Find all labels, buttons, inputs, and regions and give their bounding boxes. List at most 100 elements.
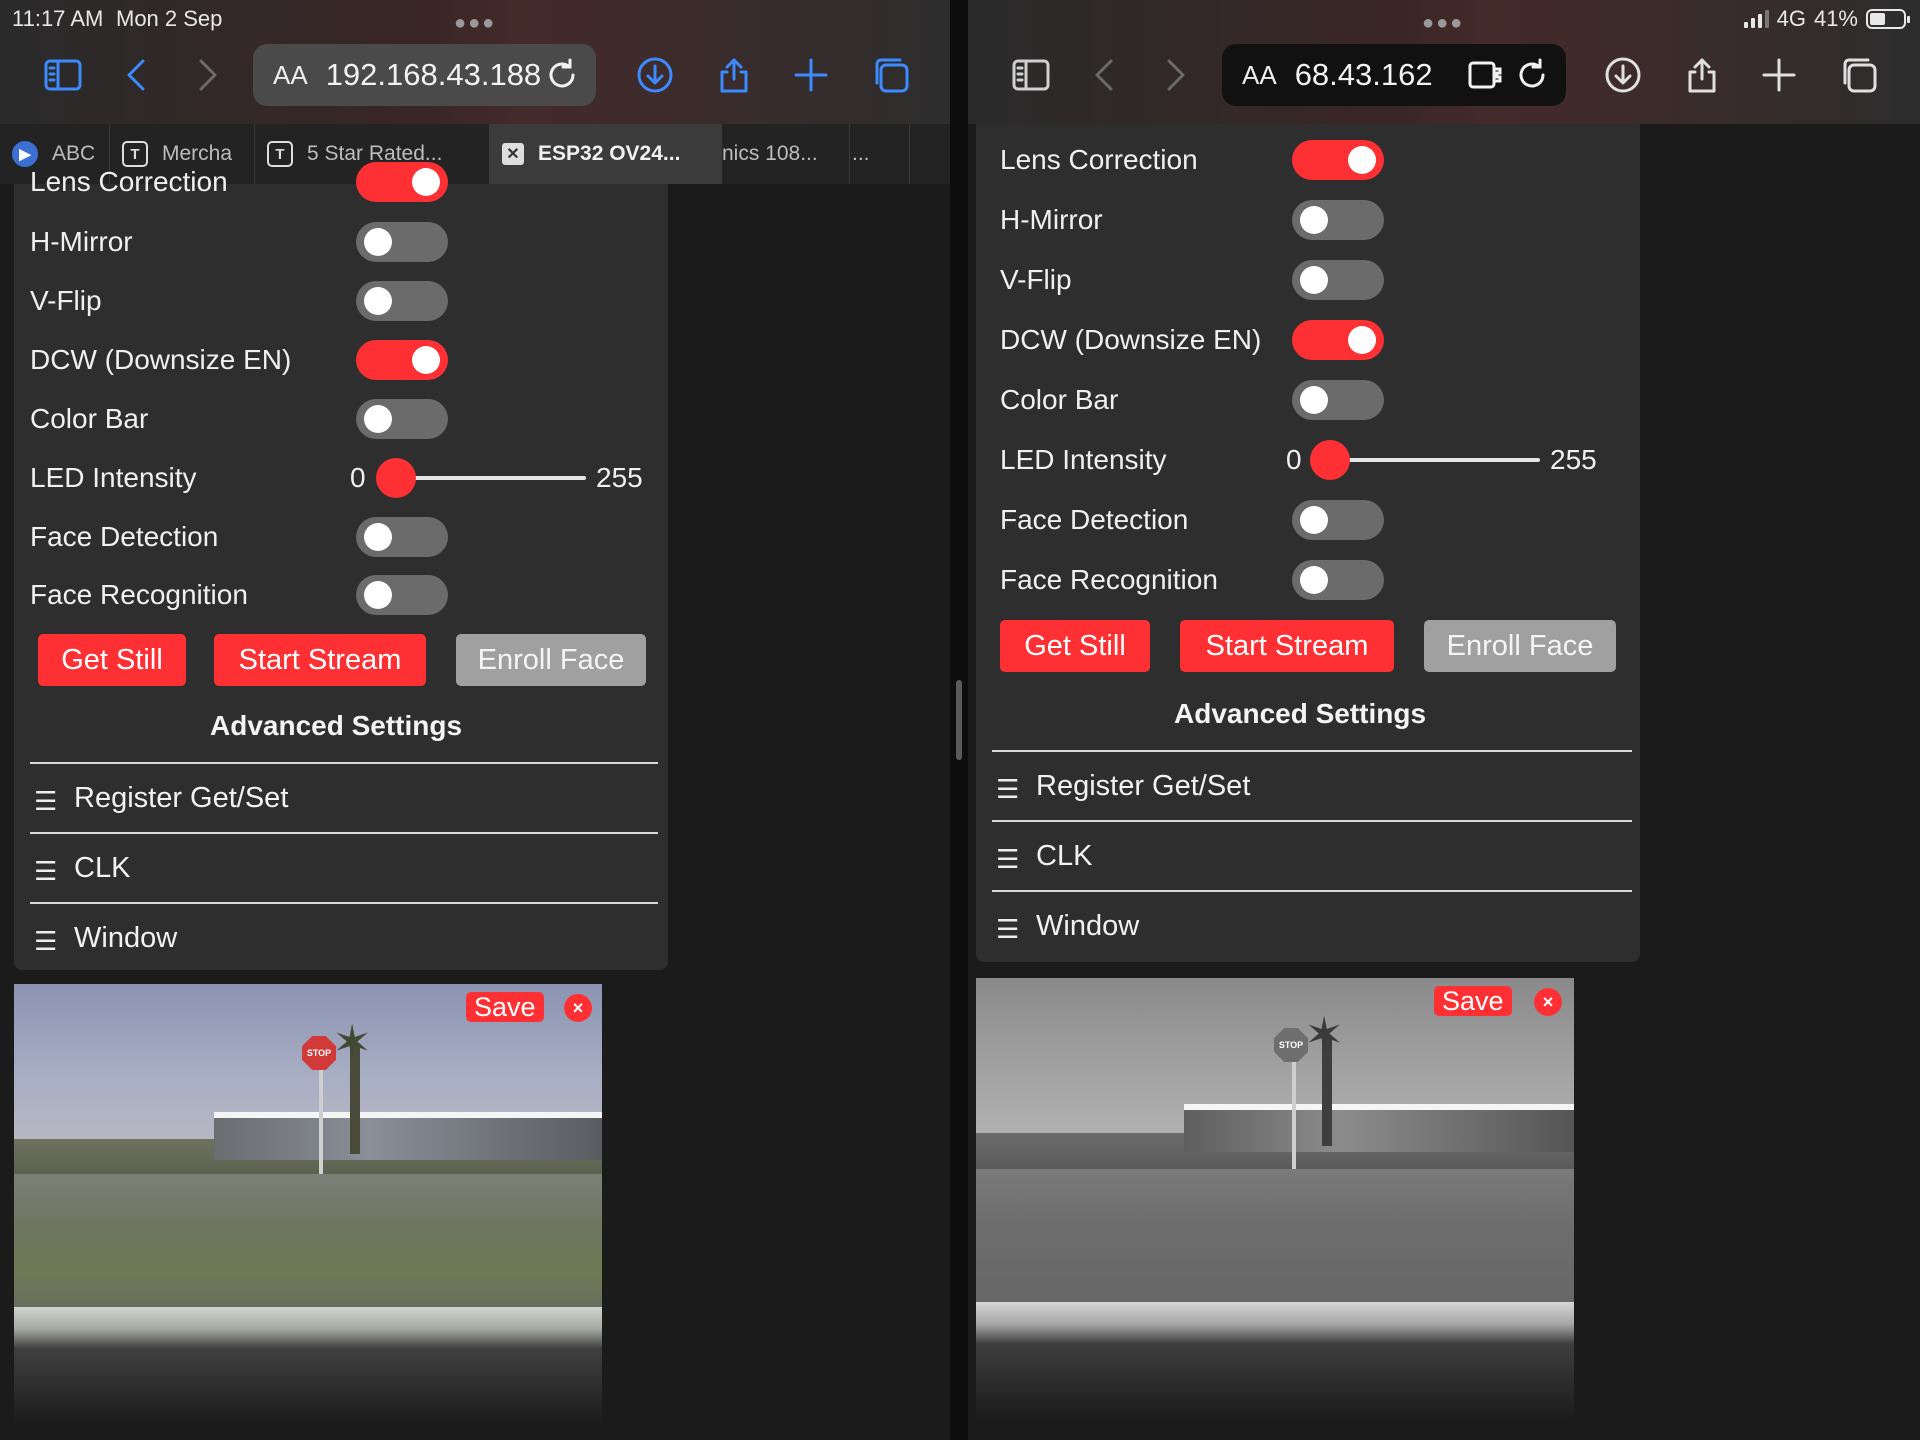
- face-detection-toggle[interactable]: [356, 517, 448, 557]
- left-browser-pane: ●●● AA 192.168.43.188 ▶ ABC T Mercha T 5…: [0, 0, 950, 1440]
- tabs-overview-icon[interactable]: [1834, 50, 1884, 100]
- palm-tree-icon: ✶: [1304, 1009, 1345, 1062]
- back-arrow-icon[interactable]: [1080, 50, 1130, 100]
- accordion-clk[interactable]: ☰ CLK: [992, 820, 1632, 890]
- setting-led-intensity: LED Intensity 0 255: [976, 438, 1640, 482]
- led-slider-track[interactable]: [392, 476, 586, 480]
- setting-face-recognition: Face Recognition: [976, 558, 1640, 602]
- enroll-face-button[interactable]: Enroll Face: [456, 634, 646, 686]
- forward-arrow-icon[interactable]: [1150, 50, 1200, 100]
- setting-face-detection: Face Detection: [976, 498, 1640, 542]
- start-stream-button[interactable]: Start Stream: [214, 634, 426, 686]
- extension-icon[interactable]: [1466, 57, 1506, 93]
- face-detection-toggle[interactable]: [1292, 500, 1384, 540]
- share-icon[interactable]: [709, 50, 759, 100]
- accordion-register[interactable]: ☰ Register Get/Set: [992, 750, 1632, 820]
- setting-face-detection: Face Detection: [14, 515, 668, 559]
- hamburger-icon: ☰: [34, 856, 58, 886]
- setting-h-mirror: H-Mirror: [14, 220, 668, 264]
- download-icon[interactable]: [630, 50, 680, 100]
- accordion-register[interactable]: ☰ Register Get/Set: [30, 762, 658, 832]
- download-icon[interactable]: [1598, 50, 1648, 100]
- sidebar-toggle-icon[interactable]: [38, 50, 88, 100]
- led-max-label: 255: [1550, 444, 1597, 475]
- setting-dcw: DCW (Downsize EN): [976, 318, 1640, 362]
- split-view-handle[interactable]: [956, 680, 962, 760]
- camera-still-image: STOP ✶ Save ×: [976, 978, 1574, 1422]
- save-image-button[interactable]: Save: [1434, 986, 1512, 1016]
- accordion-window[interactable]: ☰ Window: [30, 902, 658, 972]
- advanced-settings-title: Advanced Settings: [210, 710, 463, 741]
- hamburger-icon: ☰: [34, 786, 58, 816]
- share-icon[interactable]: [1677, 50, 1727, 100]
- led-max-label: 255: [596, 462, 643, 493]
- v-flip-toggle[interactable]: [1292, 260, 1384, 300]
- status-time: 11:17 AM: [12, 6, 104, 31]
- camera-still-image: STOP ✶ Save ×: [14, 984, 602, 1426]
- setting-h-mirror: H-Mirror: [976, 198, 1640, 242]
- setting-color-bar: Color Bar: [14, 397, 668, 441]
- battery-icon: [1866, 9, 1910, 29]
- color-bar-toggle[interactable]: [1292, 380, 1384, 420]
- tabs-overview-icon[interactable]: [866, 50, 916, 100]
- setting-lens-correction: Lens Correction: [14, 160, 668, 204]
- back-arrow-icon[interactable]: [112, 50, 162, 100]
- settings-panel: Lens Correction H-Mirror V-Flip DCW (Dow…: [976, 124, 1640, 962]
- led-slider-track[interactable]: [1326, 458, 1540, 462]
- url-text[interactable]: 192.168.43.188: [326, 57, 542, 93]
- network-type: 4G: [1776, 6, 1806, 31]
- get-still-button[interactable]: Get Still: [38, 634, 186, 686]
- face-recognition-toggle[interactable]: [356, 575, 448, 615]
- dcw-toggle[interactable]: [1292, 320, 1384, 360]
- right-browser-pane: ●●● AA 68.43.162 Lens Correction H-Mirro…: [968, 0, 1920, 1440]
- hamburger-icon: ☰: [996, 774, 1020, 804]
- status-right: 4G 41%: [1743, 6, 1910, 32]
- url-text[interactable]: 68.43.162: [1295, 57, 1433, 93]
- address-bar[interactable]: AA 68.43.162: [1222, 44, 1566, 106]
- dcw-toggle[interactable]: [356, 340, 448, 380]
- close-image-icon[interactable]: ×: [564, 994, 592, 1022]
- sidebar-toggle-icon[interactable]: [1006, 50, 1056, 100]
- close-image-icon[interactable]: ×: [1534, 988, 1562, 1016]
- setting-v-flip: V-Flip: [14, 279, 668, 323]
- face-recognition-toggle[interactable]: [1292, 560, 1384, 600]
- setting-dcw: DCW (Downsize EN): [14, 338, 668, 382]
- setting-v-flip: V-Flip: [976, 258, 1640, 302]
- start-stream-button[interactable]: Start Stream: [1180, 620, 1394, 672]
- save-image-button[interactable]: Save: [466, 992, 544, 1022]
- reload-icon[interactable]: [544, 57, 580, 93]
- palm-tree-icon: ✶: [332, 1017, 373, 1070]
- hamburger-icon: ☰: [996, 914, 1020, 944]
- hamburger-icon: ☰: [34, 926, 58, 956]
- forward-arrow-icon[interactable]: [182, 50, 232, 100]
- led-min-label: 0: [1286, 444, 1302, 475]
- h-mirror-toggle[interactable]: [1292, 200, 1384, 240]
- lens-correction-toggle[interactable]: [1292, 140, 1384, 180]
- lens-correction-toggle[interactable]: [356, 162, 448, 202]
- reload-icon[interactable]: [1514, 57, 1550, 93]
- h-mirror-toggle[interactable]: [356, 222, 448, 262]
- accordion-clk[interactable]: ☰ CLK: [30, 832, 658, 902]
- tab-overflow[interactable]: ...: [850, 124, 910, 184]
- tab-nics[interactable]: nics 108...: [722, 124, 850, 184]
- v-flip-toggle[interactable]: [356, 281, 448, 321]
- setting-lens-correction: Lens Correction: [976, 138, 1640, 182]
- setting-face-recognition: Face Recognition: [14, 573, 668, 617]
- signal-icon: [1743, 10, 1769, 28]
- setting-led-intensity: LED Intensity 0 255: [14, 456, 668, 500]
- led-slider-thumb[interactable]: [1310, 440, 1350, 480]
- accordion-window[interactable]: ☰ Window: [992, 890, 1632, 960]
- reader-aa-button[interactable]: AA: [273, 60, 308, 91]
- new-tab-plus-icon[interactable]: [786, 50, 836, 100]
- address-bar[interactable]: AA 192.168.43.188: [253, 44, 596, 106]
- settings-panel: Lens Correction H-Mirror V-Flip DCW (Dow…: [14, 162, 668, 972]
- get-still-button[interactable]: Get Still: [1000, 620, 1150, 672]
- battery-percent: 41%: [1813, 6, 1858, 31]
- hamburger-icon: ☰: [996, 844, 1020, 874]
- new-tab-plus-icon[interactable]: [1754, 50, 1804, 100]
- led-slider-thumb[interactable]: [376, 458, 416, 498]
- reader-aa-button[interactable]: AA: [1242, 60, 1277, 91]
- enroll-face-button[interactable]: Enroll Face: [1424, 620, 1616, 672]
- color-bar-toggle[interactable]: [356, 399, 448, 439]
- setting-color-bar: Color Bar: [976, 378, 1640, 422]
